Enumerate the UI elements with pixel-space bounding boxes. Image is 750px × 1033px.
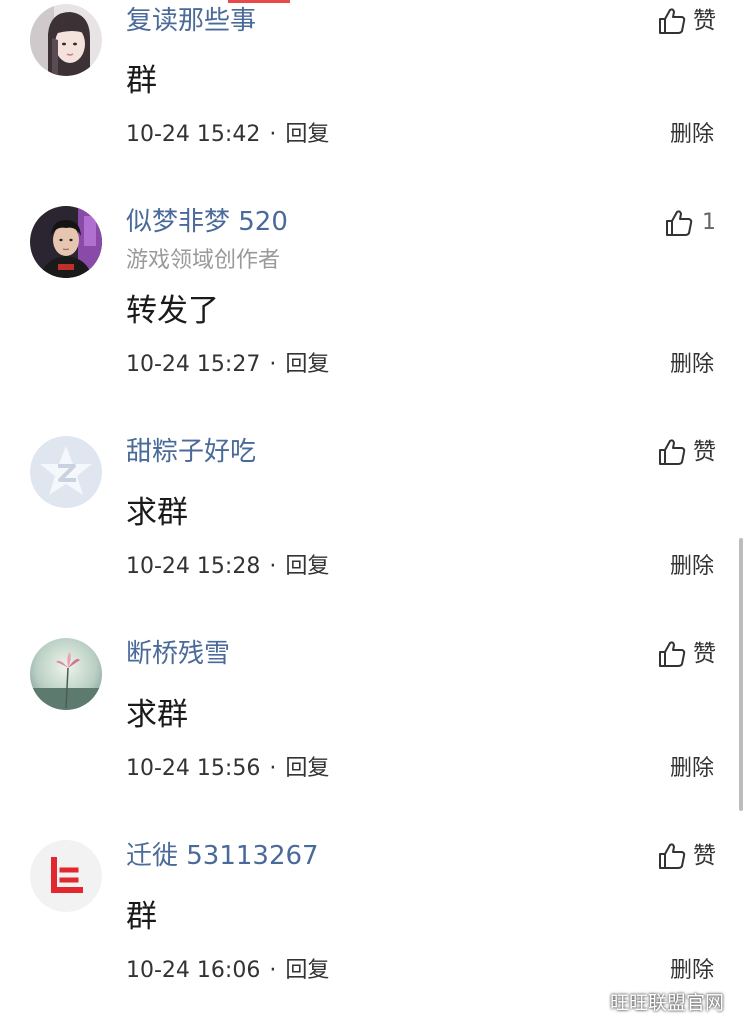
comment-meta: 10-24 16:06 · 回复 — [126, 960, 329, 982]
like-label: 赞 — [693, 640, 716, 667]
wechat-icon — [578, 991, 604, 1012]
reply-button[interactable]: 回复 — [285, 556, 329, 578]
comment-meta: 10-24 15:28 · 回复 — [126, 556, 329, 578]
watermark-text: 旺旺联盟官网 — [609, 992, 724, 1014]
reply-button[interactable]: 回复 — [285, 124, 329, 146]
comment-time: 10-24 15:56 — [126, 756, 261, 781]
reply-button[interactable]: 回复 — [285, 960, 329, 982]
like-button[interactable]: 赞 — [657, 639, 716, 669]
username[interactable]: 迁徙 53113267 — [126, 843, 319, 869]
like-label: 赞 — [693, 438, 716, 465]
comment-time: 10-24 15:28 — [126, 554, 261, 579]
watermark: 旺旺联盟官网 — [578, 988, 724, 1015]
reply-button[interactable]: 回复 — [285, 354, 329, 376]
like-button[interactable]: 赞 — [657, 6, 716, 36]
avatar[interactable] — [30, 206, 102, 278]
delete-button[interactable]: 删除 — [670, 960, 714, 982]
comment-time: 10-24 16:06 — [126, 958, 261, 983]
like-button[interactable]: 赞 — [657, 437, 716, 467]
like-button[interactable]: 赞 — [657, 841, 716, 871]
separator-dot: · — [269, 756, 277, 781]
thumbs-up-icon — [659, 843, 686, 869]
separator-dot: · — [269, 958, 277, 983]
comment-meta: 10-24 15:27 · 回复 — [126, 354, 329, 376]
comment-time: 10-24 15:27 — [126, 352, 261, 377]
comment-list-page: 复读那些事 赞 群 10-24 15:42 · 回复 删除 似梦非梦 520 游… — [0, 0, 750, 1033]
username[interactable]: 似梦非梦 520 — [126, 209, 288, 235]
thumbs-up-icon — [666, 210, 693, 236]
username[interactable]: 断桥残雪 — [126, 641, 230, 667]
comment-meta: 10-24 15:56 · 回复 — [126, 758, 329, 780]
avatar[interactable] — [30, 4, 102, 76]
delete-button[interactable]: 删除 — [670, 758, 714, 780]
separator-dot: · — [269, 554, 277, 579]
scrollbar[interactable] — [739, 538, 743, 811]
tab-indicator — [228, 0, 290, 3]
delete-button[interactable]: 删除 — [670, 354, 714, 376]
thumbs-up-icon — [659, 8, 686, 34]
thumbs-up-icon — [659, 641, 686, 667]
reply-button[interactable]: 回复 — [285, 758, 329, 780]
delete-button[interactable]: 删除 — [670, 556, 714, 578]
comment-text: 求群 — [126, 495, 188, 531]
default-star-avatar-icon — [30, 436, 102, 508]
comment-text: 群 — [126, 899, 157, 935]
like-count: 1 — [702, 210, 716, 235]
avatar[interactable] — [30, 436, 102, 508]
girl-portrait-avatar-icon — [30, 4, 102, 76]
comment-text: 求群 — [126, 697, 188, 733]
username[interactable]: 复读那些事 — [126, 8, 256, 34]
comment-meta: 10-24 15:42 · 回复 — [126, 124, 329, 146]
username[interactable]: 甜粽子好吃 — [126, 439, 256, 465]
comment-text: 转发了 — [126, 293, 219, 329]
like-button[interactable]: 1 — [664, 208, 716, 238]
comment-time: 10-24 15:42 — [126, 122, 261, 147]
like-label: 赞 — [693, 7, 716, 34]
thumbs-up-icon — [659, 439, 686, 465]
user-title: 游戏领域创作者 — [126, 248, 281, 273]
young-man-portrait-avatar-icon — [30, 206, 102, 278]
separator-dot: · — [269, 122, 277, 147]
delete-button[interactable]: 删除 — [670, 124, 714, 146]
like-label: 赞 — [693, 842, 716, 869]
avatar[interactable] — [30, 840, 102, 912]
avatar[interactable] — [30, 638, 102, 710]
comment-text: 群 — [126, 63, 157, 99]
flower-landscape-avatar-icon — [30, 638, 102, 710]
le-logo-avatar-icon — [30, 840, 102, 912]
separator-dot: · — [269, 352, 277, 377]
